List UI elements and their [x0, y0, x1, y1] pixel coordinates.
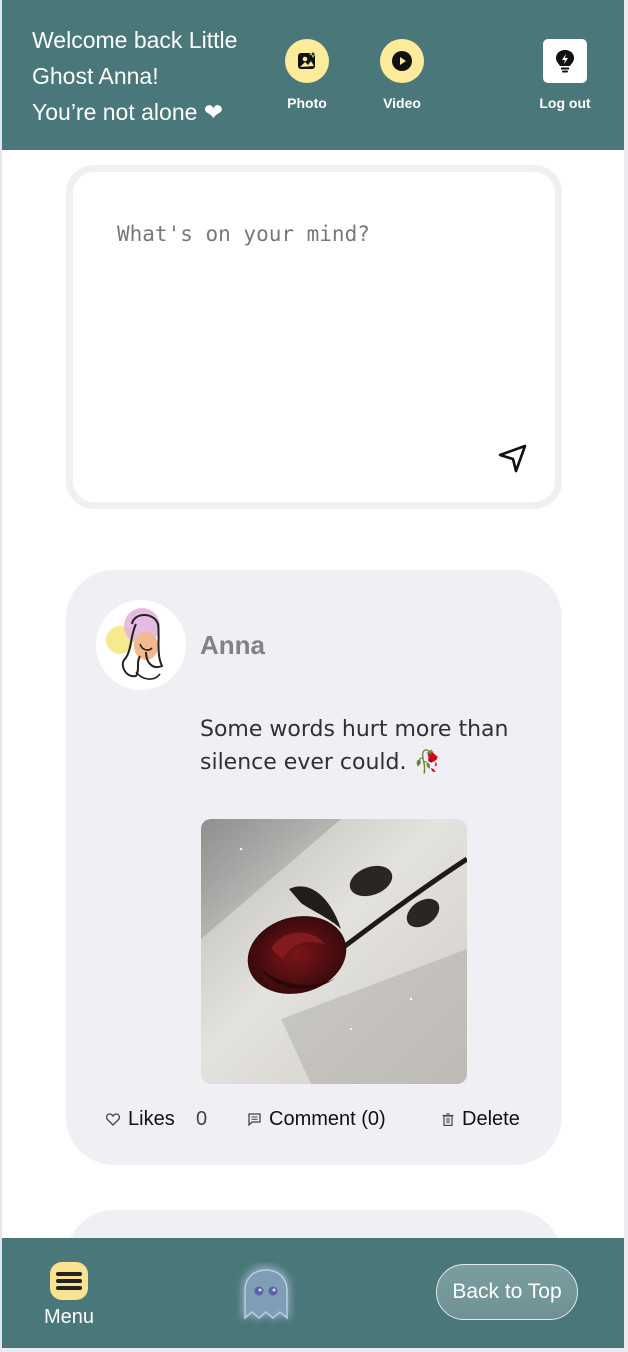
video-label: Video — [383, 95, 421, 111]
photo-label: Photo — [287, 95, 327, 111]
comment-button[interactable]: Comment (0) — [248, 1108, 386, 1131]
play-icon — [380, 39, 424, 83]
delete-button[interactable]: Delete — [442, 1108, 520, 1131]
likes-label: Likes — [128, 1108, 175, 1130]
delete-label: Delete — [462, 1108, 520, 1130]
likes-count: 0 — [196, 1108, 208, 1130]
post-card: Anna Some words hurt more than silence e… — [66, 570, 562, 1165]
send-icon[interactable] — [497, 442, 529, 474]
photo-button[interactable]: Photo — [282, 39, 332, 111]
photo-icon — [285, 39, 329, 83]
like-button[interactable]: Likes — [106, 1108, 175, 1131]
logout-label: Log out — [539, 95, 591, 111]
avatar[interactable] — [96, 600, 186, 690]
post-text-line: silence ever could. 🥀 — [200, 750, 441, 775]
trash-icon — [442, 1113, 454, 1126]
welcome-line: Ghost Anna! — [32, 63, 159, 89]
post-author: Anna — [200, 630, 265, 660]
ghost-icon[interactable] — [234, 1262, 298, 1328]
menu-icon — [50, 1262, 89, 1300]
scrollbar-track — [624, 0, 628, 1352]
welcome-line: You’re not alone ❤ — [32, 99, 224, 125]
top-header: Welcome back Little Ghost Anna! You’re n… — [2, 0, 624, 150]
menu-button[interactable]: Menu — [44, 1262, 94, 1329]
heart-icon — [106, 1113, 120, 1126]
menu-label: Menu — [44, 1306, 95, 1328]
post-text-line: Some words hurt more than — [200, 717, 509, 742]
video-button[interactable]: Video — [377, 39, 427, 111]
window-edge — [0, 1348, 628, 1352]
comment-label: Comment (0) — [269, 1108, 386, 1130]
post-actions: Likes 0 Comment (0) Delete — [66, 1106, 562, 1136]
comment-icon — [248, 1113, 261, 1126]
logout-button[interactable]: Log out — [532, 39, 598, 111]
post-text: Some words hurt more than silence ever c… — [200, 713, 530, 779]
bottom-bar: Menu Back to Top — [2, 1238, 624, 1348]
welcome-message: Welcome back Little Ghost Anna! You’re n… — [32, 22, 237, 130]
back-to-top-button[interactable]: Back to Top — [436, 1264, 578, 1320]
app-page: Welcome back Little Ghost Anna! You’re n… — [2, 0, 624, 1348]
window-edge — [0, 0, 2, 1352]
post-composer — [66, 165, 562, 509]
post-input[interactable] — [117, 222, 517, 422]
lightbulb-icon — [543, 39, 587, 83]
welcome-line: Welcome back Little — [32, 27, 238, 53]
post-image[interactable] — [201, 819, 467, 1084]
